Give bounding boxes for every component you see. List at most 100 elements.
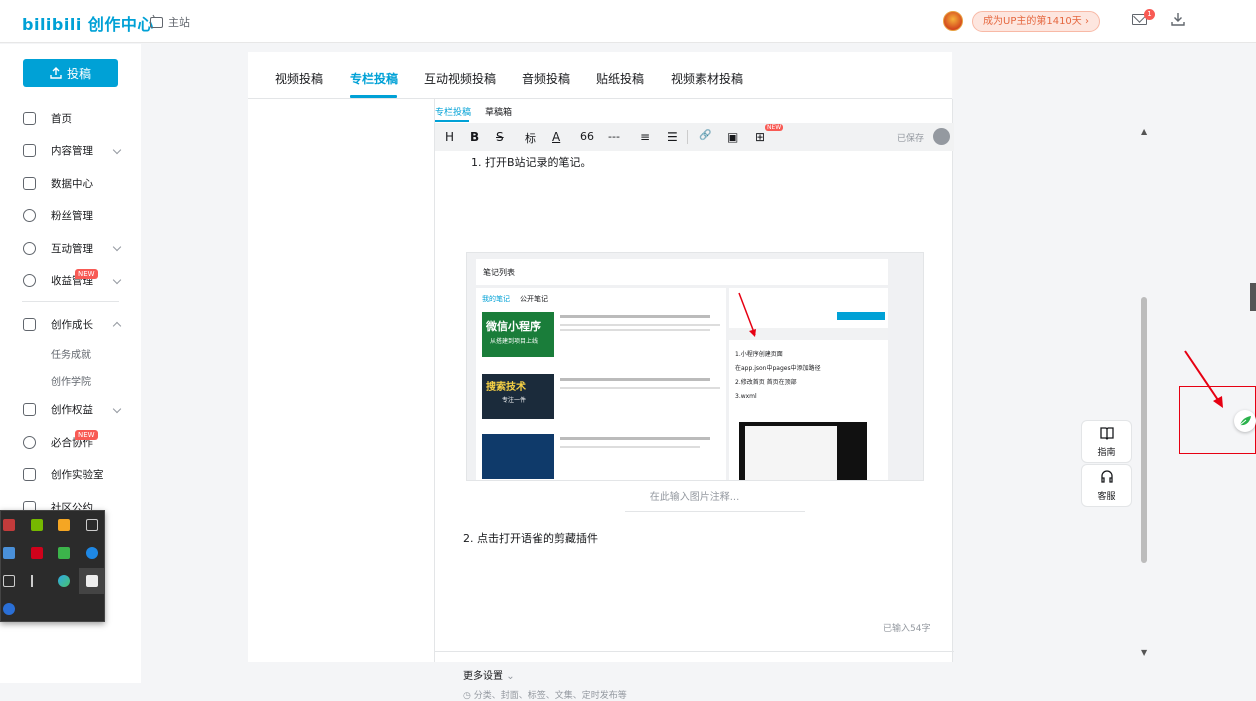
chevron-down-icon — [112, 275, 122, 284]
shield-icon[interactable] — [58, 519, 70, 531]
note-image-content — [745, 426, 837, 480]
text-placeholder — [560, 315, 710, 318]
sidebar-item-growth[interactable]: 创作成长 — [0, 308, 141, 341]
chevron-right-icon: › — [1085, 16, 1089, 27]
scroll-down-icon[interactable]: ▼ — [1141, 648, 1147, 657]
volume-icon[interactable] — [31, 575, 43, 587]
link-icon[interactable]: 🔗 — [699, 130, 711, 141]
leaf-icon — [1239, 416, 1251, 426]
thumb-subtitle: 从搭建到项目上线 — [490, 338, 539, 345]
notes-header: 笔记列表 — [476, 259, 888, 285]
sidebar-item-cooperation[interactable]: 必合协作 NEW — [0, 426, 141, 459]
text-placeholder — [560, 329, 710, 331]
embedded-image[interactable]: 笔记列表 我的笔记 公开笔记 微信小程序 从搭建到项目上线 搜索技术 专注一件 — [466, 252, 924, 481]
sidebar-item-interaction[interactable]: 互动管理 — [0, 232, 141, 265]
text-placeholder — [560, 446, 700, 448]
tab-interactive-video[interactable]: 互动视频投稿 — [424, 70, 496, 87]
thumb-search: 搜索技术 专注一件 — [482, 374, 554, 419]
sidebar-item-label: 创作成长 — [51, 318, 93, 331]
network-icon[interactable] — [3, 575, 15, 587]
tray-app-icon[interactable] — [3, 547, 15, 559]
notes-list-panel: 我的笔记 公开笔记 微信小程序 从搭建到项目上线 搜索技术 专注一件 — [476, 288, 726, 480]
upload-icon — [50, 67, 62, 79]
upload-button[interactable]: 投稿 — [23, 59, 118, 87]
subtab-article[interactable]: 专栏投稿 — [435, 105, 471, 118]
more-settings-toggle[interactable]: 更多设置 ⌄ — [463, 667, 515, 682]
bilibili-logo[interactable]: bilibili 创作中心 — [22, 11, 154, 35]
chevron-down-icon — [112, 404, 122, 413]
thumb-subtitle: 专注一件 — [502, 397, 527, 404]
avatar[interactable] — [943, 11, 963, 31]
notes-header-title: 笔记列表 — [483, 268, 515, 277]
windows-icon[interactable] — [86, 575, 98, 587]
sidebar-item-content[interactable]: 内容管理 — [0, 135, 141, 168]
new-badge: NEW — [765, 124, 784, 131]
money-icon — [23, 274, 36, 288]
heading-button[interactable]: H — [445, 130, 454, 144]
sidebar-item-rights[interactable]: 创作权益 — [0, 394, 141, 427]
guide-button[interactable]: 指南 — [1081, 420, 1132, 463]
new-badge: NEW — [75, 430, 98, 440]
sidebar-item-data[interactable]: 数据中心 — [0, 167, 141, 200]
windows-copy-icon[interactable] — [86, 519, 98, 531]
style-button[interactable]: 标 — [525, 130, 536, 146]
thumb-title: 微信小程序 — [486, 320, 541, 333]
customer-service-button[interactable]: 客服 — [1081, 464, 1132, 507]
bluetooth-icon[interactable] — [86, 547, 98, 559]
scroll-up-icon[interactable]: ▲ — [1141, 127, 1147, 136]
tab-audio[interactable]: 音频投稿 — [522, 70, 570, 87]
home-link[interactable]: 主站 — [150, 14, 190, 30]
mobile-preview-button[interactable] — [933, 128, 950, 145]
divider-button[interactable]: --- — [608, 130, 620, 143]
user-icon — [23, 209, 36, 223]
sidebar-item-label: 创作实验室 — [51, 469, 104, 482]
info-icon: ◷ — [463, 691, 471, 701]
subtab-drafts[interactable]: 草稿箱 — [485, 105, 512, 118]
font-color-button[interactable]: A — [552, 130, 560, 144]
tab-video[interactable]: 视频投稿 — [275, 70, 323, 87]
note-image — [739, 422, 867, 480]
cloud-icon[interactable] — [3, 603, 15, 615]
active-tab-indicator — [350, 95, 397, 98]
tab-video-material[interactable]: 视频素材投稿 — [671, 70, 743, 87]
page-scrollbar[interactable] — [1141, 297, 1147, 563]
nvidia-icon[interactable] — [31, 519, 43, 531]
logo-suffix: 创作中心 — [87, 15, 154, 34]
align-button[interactable]: ≡ — [640, 130, 650, 144]
strikethrough-button[interactable]: S — [496, 130, 504, 144]
mail-count-badge: 1 — [1144, 9, 1155, 20]
sidebar-item-home[interactable]: 首页 — [0, 102, 141, 135]
adobe-icon[interactable] — [31, 547, 43, 559]
tab-sticker[interactable]: 贴纸投稿 — [596, 70, 644, 87]
list-button[interactable]: ☰ — [667, 130, 678, 144]
tab-article[interactable]: 专栏投稿 — [350, 70, 398, 87]
upload-label: 投稿 — [66, 66, 91, 81]
sidebar-subitem-academy[interactable]: 创作学院 — [0, 367, 141, 394]
tray-app-icon[interactable] — [3, 519, 15, 531]
download-icon[interactable] — [1171, 12, 1185, 26]
logo-text: bilibili — [22, 15, 82, 34]
image-icon[interactable]: ▣ — [727, 130, 738, 144]
more-tools-icon[interactable]: ⊞ — [755, 130, 765, 144]
paragraph-1[interactable]: 1. 打开B站记录的笔记。 — [471, 154, 592, 170]
editor-toolbar: H B S 标 A 66 --- ≡ ☰ 🔗 ▣ ⊞ NEW 已保存 — [435, 123, 954, 151]
sidebar-item-lab[interactable]: 创作实验室 — [0, 459, 141, 492]
leaf-plugin-icon[interactable] — [1234, 410, 1256, 432]
quote-button[interactable]: 66 — [580, 130, 594, 143]
edge-icon[interactable] — [58, 575, 70, 587]
paragraph-2[interactable]: 2. 点击打开语雀的剪藏插件 — [463, 530, 598, 546]
image-caption-input[interactable]: 在此输入图片注释... — [435, 488, 954, 503]
toolbar-divider — [687, 130, 688, 144]
more-settings-label: 更多设置 — [463, 671, 503, 682]
tray-app-icon[interactable] — [58, 547, 70, 559]
up-days-badge[interactable]: 成为UP主的第1410天 › — [972, 11, 1100, 32]
note-text: 1.小程序创建页面 在app.json中pages中添加路径 2.修改首页 首页… — [735, 348, 885, 404]
sidebar-item-income[interactable]: 收益管理 NEW — [0, 265, 141, 298]
sidebar-item-label: 数据中心 — [51, 177, 93, 190]
side-panel-handle[interactable] — [1250, 283, 1256, 311]
sidebar-subitem-achievements[interactable]: 任务成就 — [0, 341, 141, 368]
bold-button[interactable]: B — [470, 130, 479, 144]
sidebar-item-fans[interactable]: 粉丝管理 — [0, 200, 141, 233]
chart-icon — [23, 176, 36, 190]
divider — [22, 301, 119, 302]
